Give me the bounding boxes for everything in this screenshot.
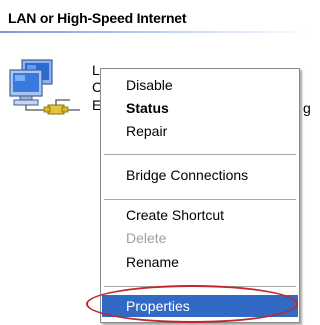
menu-item-repair[interactable]: Repair: [102, 120, 298, 142]
connection-name-fragment[interactable]: L: [92, 62, 100, 78]
menu-item-bridge-connections[interactable]: Bridge Connections: [102, 164, 298, 186]
header-divider: [0, 31, 313, 33]
menu-item-disable[interactable]: Disable: [102, 74, 298, 96]
menu-item-delete: Delete: [126, 230, 167, 246]
menu-item-rename[interactable]: Rename: [102, 251, 298, 273]
menu-separator: [104, 199, 296, 200]
connection-device-fragment-tail: g: [303, 100, 311, 116]
menu-item-create-shortcut[interactable]: Create Shortcut: [102, 204, 298, 226]
menu-separator: [104, 154, 296, 155]
menu-item-status[interactable]: Status: [102, 97, 298, 119]
network-connection-icon[interactable]: [8, 58, 88, 120]
menu-item-properties[interactable]: Properties: [102, 295, 298, 317]
context-menu: Disable Status Repair Bridge Connections…: [100, 68, 300, 323]
menu-separator: [104, 286, 296, 287]
section-header: LAN or High-Speed Internet: [8, 10, 187, 26]
